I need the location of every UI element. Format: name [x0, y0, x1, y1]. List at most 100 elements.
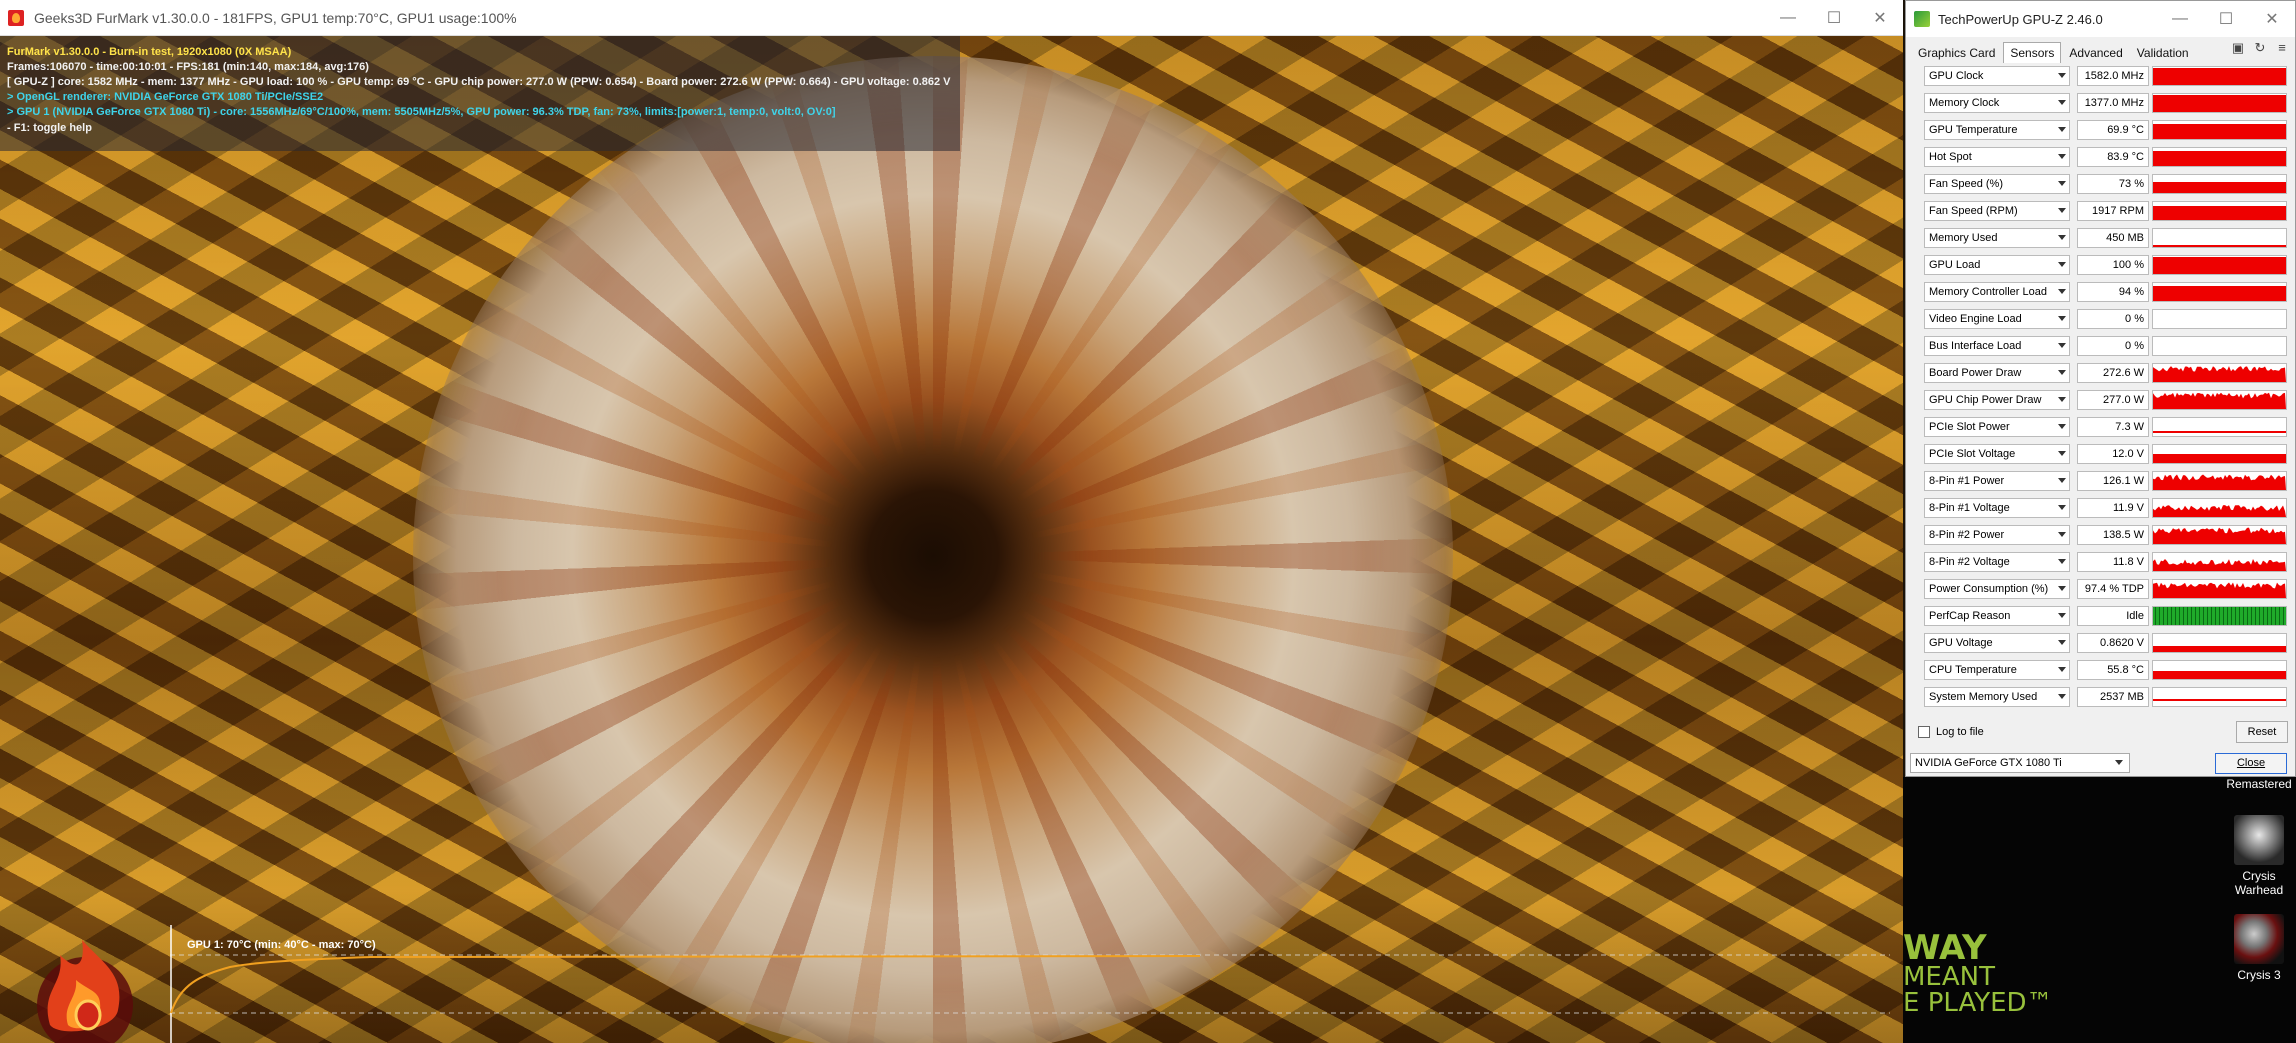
desktop-icon-crysis-3[interactable]: Crysis 3 — [2223, 914, 2295, 982]
osd-help-line: - F1: toggle help — [7, 122, 92, 134]
close-icon[interactable]: ✕ — [2249, 1, 2295, 37]
sensor-name: System Memory Used — [1929, 691, 2038, 703]
tab-advanced[interactable]: Advanced — [2063, 43, 2128, 63]
sensor-name-dropdown[interactable]: Fan Speed (RPM) — [1924, 201, 2070, 221]
sensor-name-dropdown[interactable]: CPU Temperature — [1924, 660, 2070, 680]
chevron-down-icon — [2058, 316, 2066, 321]
sensor-graph[interactable] — [2152, 363, 2287, 383]
sensor-graph[interactable] — [2152, 552, 2287, 572]
sensor-name-dropdown[interactable]: Hot Spot — [1924, 147, 2070, 167]
sensor-value: 11.9 V — [2077, 498, 2149, 518]
sensor-name: GPU Chip Power Draw — [1929, 394, 2042, 406]
sensor-row: Memory Used 450 MB — [1912, 227, 2290, 249]
sensor-name: Board Power Draw — [1929, 367, 2022, 379]
sensor-graph[interactable] — [2152, 471, 2287, 491]
sensor-graph[interactable] — [2152, 660, 2287, 680]
chevron-down-icon — [2058, 343, 2066, 348]
furmark-titlebar[interactable]: Geeks3D FurMark v1.30.0.0 - 181FPS, GPU1… — [0, 0, 1903, 36]
sensor-row: Memory Clock 1377.0 MHz — [1912, 92, 2290, 114]
sensor-value: Idle — [2077, 606, 2149, 626]
sensor-name-dropdown[interactable]: PCIe Slot Voltage — [1924, 444, 2070, 464]
sensor-graph[interactable] — [2152, 120, 2287, 140]
refresh-icon[interactable]: ↻ — [2253, 41, 2267, 55]
camera-icon[interactable]: ▣ — [2231, 41, 2245, 55]
minimize-icon[interactable]: — — [2157, 1, 2203, 37]
sensor-name-dropdown[interactable]: 8-Pin #1 Voltage — [1924, 498, 2070, 518]
sensor-name-dropdown[interactable]: 8-Pin #1 Power — [1924, 471, 2070, 491]
sensor-graph[interactable] — [2152, 228, 2287, 248]
maximize-icon[interactable]: ☐ — [2203, 1, 2249, 37]
sensor-graph[interactable] — [2152, 255, 2287, 275]
desktop-icon-crysis-warhead[interactable]: Crysis Warhead — [2223, 815, 2295, 897]
sensor-graph[interactable] — [2152, 498, 2287, 518]
sensor-graph[interactable] — [2152, 417, 2287, 437]
sensor-graph[interactable] — [2152, 444, 2287, 464]
device-select[interactable]: NVIDIA GeForce GTX 1080 Ti — [1910, 753, 2130, 773]
chevron-down-icon — [2058, 181, 2066, 186]
sensor-name-dropdown[interactable]: 8-Pin #2 Power — [1924, 525, 2070, 545]
sensor-graph[interactable] — [2152, 201, 2287, 221]
sensor-row: GPU Chip Power Draw 277.0 W — [1912, 389, 2290, 411]
sensor-name-dropdown[interactable]: Board Power Draw — [1924, 363, 2070, 383]
furmark-window: Geeks3D FurMark v1.30.0.0 - 181FPS, GPU1… — [0, 0, 1903, 1043]
sensor-name-dropdown[interactable]: Fan Speed (%) — [1924, 174, 2070, 194]
close-button[interactable]: Close — [2215, 753, 2287, 774]
close-icon[interactable]: ✕ — [1857, 0, 1903, 35]
sensor-graph[interactable] — [2152, 66, 2287, 86]
temperature-graph: GPU 1: 70°C (min: 40°C - max: 70°C) — [170, 925, 1903, 1043]
sensor-graph[interactable] — [2152, 525, 2287, 545]
sensor-graph[interactable] — [2152, 633, 2287, 653]
sensor-graph[interactable] — [2152, 579, 2287, 599]
sensor-graph[interactable] — [2152, 606, 2287, 626]
sensor-name-dropdown[interactable]: System Memory Used — [1924, 687, 2070, 707]
sensor-name: Memory Clock — [1929, 97, 2000, 109]
chevron-down-icon — [2058, 613, 2066, 618]
sensor-name-dropdown[interactable]: Video Engine Load — [1924, 309, 2070, 329]
sensor-graph[interactable] — [2152, 390, 2287, 410]
chevron-down-icon — [2058, 262, 2066, 267]
sensor-graph[interactable] — [2152, 93, 2287, 113]
tab-graphics-card[interactable]: Graphics Card — [1912, 43, 2001, 63]
minimize-icon[interactable]: — — [1765, 0, 1811, 35]
sensor-name-dropdown[interactable]: GPU Load — [1924, 255, 2070, 275]
sensor-name-dropdown[interactable]: PCIe Slot Power — [1924, 417, 2070, 437]
sensor-graph[interactable] — [2152, 336, 2287, 356]
reset-button[interactable]: Reset — [2236, 721, 2288, 743]
sensor-name-dropdown[interactable]: Power Consumption (%) — [1924, 579, 2070, 599]
sensor-name-dropdown[interactable]: GPU Voltage — [1924, 633, 2070, 653]
sensor-graph[interactable] — [2152, 282, 2287, 302]
sensor-graph[interactable] — [2152, 147, 2287, 167]
sensor-name-dropdown[interactable]: GPU Clock — [1924, 66, 2070, 86]
sensor-name-dropdown[interactable]: 8-Pin #2 Voltage — [1924, 552, 2070, 572]
chevron-down-icon — [2058, 289, 2066, 294]
chevron-down-icon — [2058, 397, 2066, 402]
sensor-name: PCIe Slot Power — [1929, 421, 2010, 433]
sensor-name-dropdown[interactable]: Bus Interface Load — [1924, 336, 2070, 356]
gpuz-titlebar[interactable]: TechPowerUp GPU-Z 2.46.0 — ☐ ✕ — [1906, 1, 2295, 37]
log-to-file-label: Log to file — [1936, 726, 1984, 738]
sensor-graph[interactable] — [2152, 174, 2287, 194]
checkbox-icon[interactable] — [1918, 726, 1930, 738]
sensor-graph[interactable] — [2152, 687, 2287, 707]
sensor-graph[interactable] — [2152, 309, 2287, 329]
sensor-value: 0.8620 V — [2077, 633, 2149, 653]
tab-sensors[interactable]: Sensors — [2003, 42, 2062, 63]
sensor-name-dropdown[interactable]: GPU Temperature — [1924, 120, 2070, 140]
maximize-icon[interactable]: ☐ — [1811, 0, 1857, 35]
sensor-row: PCIe Slot Voltage 12.0 V — [1912, 443, 2290, 465]
sensor-name-dropdown[interactable]: GPU Chip Power Draw — [1924, 390, 2070, 410]
sensor-name-dropdown[interactable]: Memory Used — [1924, 228, 2070, 248]
menu-icon[interactable]: ≡ — [2275, 41, 2289, 55]
sensor-value: 100 % — [2077, 255, 2149, 275]
chevron-down-icon — [2058, 208, 2066, 213]
chevron-down-icon — [2058, 100, 2066, 105]
sensor-name-dropdown[interactable]: Memory Controller Load — [1924, 282, 2070, 302]
log-to-file-checkbox[interactable]: Log to file — [1918, 726, 1984, 738]
sensor-value: 69.9 °C — [2077, 120, 2149, 140]
sensor-row: Hot Spot 83.9 °C — [1912, 146, 2290, 168]
desktop-icon-remastered[interactable]: Remastered — [2223, 777, 2295, 791]
sensor-name-dropdown[interactable]: PerfCap Reason — [1924, 606, 2070, 626]
sensor-name-dropdown[interactable]: Memory Clock — [1924, 93, 2070, 113]
tab-validation[interactable]: Validation — [2131, 43, 2195, 63]
sensor-row: 8-Pin #1 Power 126.1 W — [1912, 470, 2290, 492]
